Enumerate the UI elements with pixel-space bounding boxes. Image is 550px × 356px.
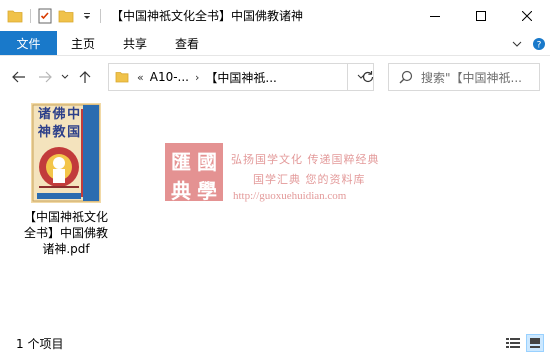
qat-separator [30,8,31,23]
tab-share[interactable]: 共享 [109,31,161,55]
close-button[interactable] [504,0,550,31]
tab-view[interactable]: 查看 [161,31,213,55]
help-icon[interactable]: ? [528,31,550,56]
cover-char: 国 [67,125,81,140]
watermark: 匯 國 典 學 弘扬国学文化 传递国粹经典 国学汇典 您的资料库 http://… [165,143,405,213]
new-folder-icon[interactable] [58,8,74,24]
breadcrumb-chevron-icon[interactable]: › [195,71,199,84]
forward-button[interactable] [32,62,58,92]
minimize-button[interactable] [412,0,458,31]
status-bar: 1 个项目 [0,330,550,356]
pdf-thumbnail: 中 国 佛 教 诸 神 [31,103,101,203]
address-overflow-icon[interactable]: « [137,71,144,84]
watermark-seal: 匯 國 典 學 [165,143,223,203]
recent-locations-button[interactable] [58,62,72,92]
watermark-url: http://guoxuehuidian.com [233,190,347,202]
item-count: 1 个项目 [16,336,64,351]
address-folder-icon [115,71,129,83]
maximize-button[interactable] [458,0,504,31]
watermark-subslogan: 国学汇典 您的资料库 [253,173,366,186]
cover-char: 诸 [37,107,51,122]
search-placeholder: 搜索"【中国神祇... [421,70,522,85]
navigation-bar: « A10-... › 【中国神祇... 搜索"【中国神祇... [0,57,550,97]
window-controls [412,0,550,31]
tab-file[interactable]: 文件 [0,31,57,55]
address-segment-current[interactable]: 【中国神祇... [205,69,276,86]
title-bar: 【中国神祇文化全书】中国佛教诸神 [0,0,550,31]
ribbon-right-controls: ? [506,31,550,56]
customize-qat-icon[interactable] [79,8,95,24]
properties-icon[interactable] [37,8,53,24]
refresh-button[interactable] [354,63,382,91]
large-icons-view-button[interactable] [526,334,544,352]
window-title: 【中国神祇文化全书】中国佛教诸神 [111,9,304,23]
view-switcher [500,334,544,352]
quick-access-toolbar [0,0,100,31]
cover-char: 教 [52,125,66,140]
file-list-area[interactable]: 中 国 佛 教 诸 神 【中国神祇文化全书】中国佛教诸神.pdf 匯 國 典 學… [0,97,550,330]
tab-home[interactable]: 主页 [57,31,109,55]
file-item[interactable]: 中 国 佛 教 诸 神 【中国神祇文化全书】中国佛教诸神.pdf [20,103,112,257]
address-segment-a10[interactable]: A10-... [150,70,189,84]
svg-text:?: ? [537,40,542,50]
seal-char: 匯 [171,150,191,174]
expand-ribbon-button[interactable] [506,31,528,56]
back-button[interactable] [6,62,32,92]
pdf-cover-title: 中 国 佛 教 诸 神 [37,107,81,143]
cover-char: 佛 [52,107,66,122]
watermark-slogan: 弘扬国学文化 传递国粹经典 [231,153,380,166]
up-button[interactable] [72,62,98,92]
title-separator [100,8,101,23]
search-box[interactable]: 搜索"【中国神祇... [388,63,540,91]
address-bar[interactable]: « A10-... › 【中国神祇... [108,63,348,91]
folder-icon [7,8,23,24]
seal-char: 國 [197,150,217,174]
details-view-button[interactable] [504,334,522,352]
file-name[interactable]: 【中国神祇文化全书】中国佛教诸神.pdf [20,209,112,257]
ribbon-tabs: 文件 主页 共享 查看 ? [0,31,550,56]
seal-char: 學 [197,179,217,203]
cover-char: 神 [37,125,51,140]
cover-char: 中 [67,107,81,122]
search-icon [399,70,413,84]
seal-char: 典 [171,179,191,203]
